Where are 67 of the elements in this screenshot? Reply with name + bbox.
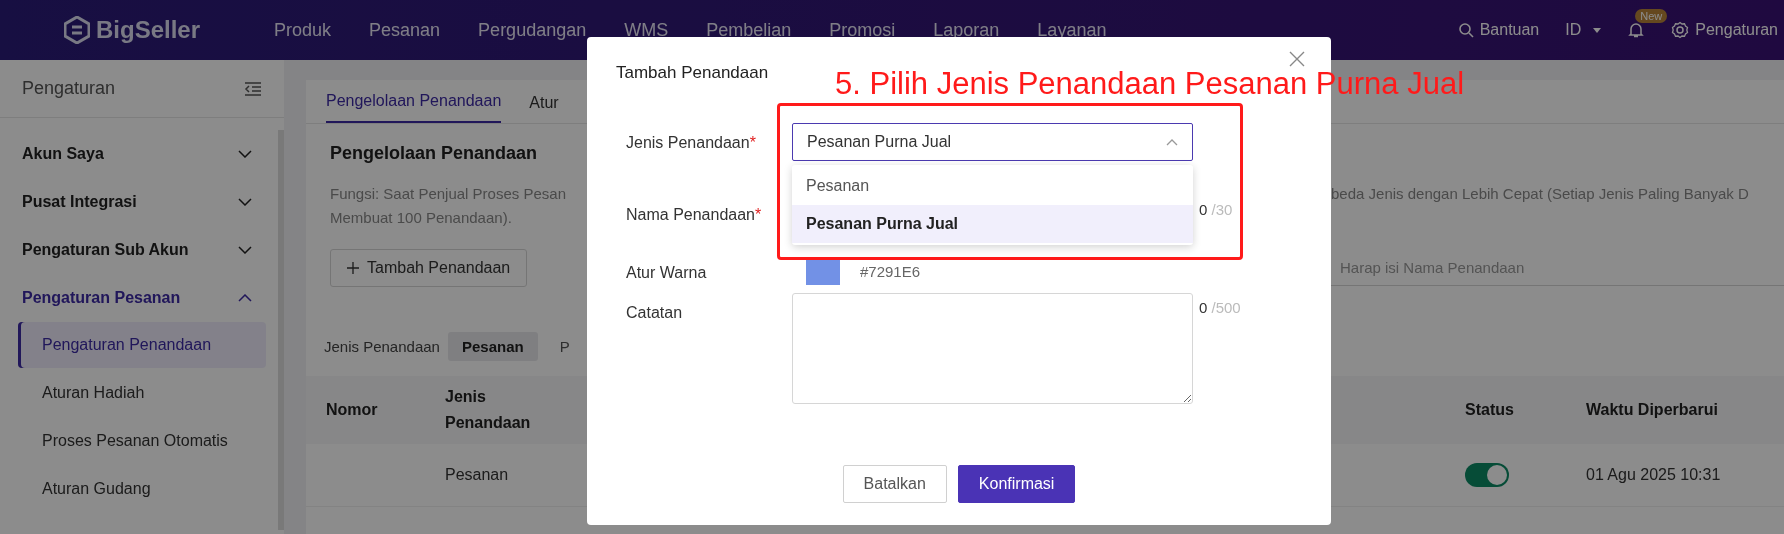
add-button[interactable]: Tambah Penandaan xyxy=(330,249,528,287)
column-header: Status xyxy=(1465,400,1515,420)
gear-icon xyxy=(1671,21,1690,39)
new-badge: New xyxy=(1635,9,1668,23)
filter-label: Jenis Penandaan xyxy=(324,337,440,355)
table-cell: Pesanan xyxy=(445,466,509,484)
logo-text: BigSeller xyxy=(96,16,201,44)
tab[interactable]: Pengelolaan Penandaan xyxy=(326,92,502,123)
sidebar-item[interactable]: Pengaturan Penandaan xyxy=(18,322,266,368)
nav-item[interactable]: Pesanan xyxy=(369,19,441,41)
logo-icon xyxy=(64,16,90,44)
column-header: Nomor xyxy=(326,400,379,420)
cancel-button[interactable]: Batalkan xyxy=(842,465,947,503)
section-heading: Pengelolaan Penandaan xyxy=(329,142,538,163)
bell-icon[interactable] xyxy=(1627,21,1646,39)
filter-chip[interactable]: P xyxy=(545,331,584,361)
sidebar-group[interactable]: Pengaturan Pesanan xyxy=(18,274,266,322)
nav-item[interactable]: Layanan xyxy=(1037,19,1107,41)
dropdown-option[interactable]: Pesanan xyxy=(792,167,1193,205)
nav-item[interactable]: Pembelian xyxy=(706,19,792,41)
nav-item[interactable]: Laporan xyxy=(933,19,1000,41)
nav-item[interactable]: Produk xyxy=(274,19,332,41)
character-counter: 0 /500 xyxy=(1199,298,1241,316)
chevron-icon xyxy=(238,150,252,158)
dialog-title: Tambah Penandaan xyxy=(616,62,769,83)
settings-link[interactable]: Pengaturan xyxy=(1671,21,1778,39)
plus-icon xyxy=(347,262,359,274)
sidebar-item[interactable]: Aturan Gudang xyxy=(18,466,266,512)
chevron-icon xyxy=(238,198,252,206)
nav-item[interactable]: WMS xyxy=(624,19,669,41)
notes-field[interactable] xyxy=(792,293,1193,404)
table-cell: 01 Agu 2025 10:31 xyxy=(1586,466,1721,484)
sidebar-group[interactable]: Pusat Integrasi xyxy=(18,178,266,226)
status-toggle[interactable] xyxy=(1465,463,1509,487)
color-swatch[interactable] xyxy=(806,259,840,285)
tab[interactable]: Atur xyxy=(529,94,559,123)
caret-icon xyxy=(1593,27,1602,33)
nav-item[interactable]: Promosi xyxy=(829,19,896,41)
character-counter: 0 /30 xyxy=(1199,200,1233,218)
sidebar-group[interactable]: Pengaturan Sub Akun xyxy=(18,226,266,274)
nav-item[interactable]: Pergudangan xyxy=(478,19,587,41)
sidebar-title: Pengaturan xyxy=(22,78,116,99)
color-value: #7291E6 xyxy=(860,262,921,280)
chevron-icon xyxy=(1166,138,1178,146)
sidebar-item[interactable]: Proses Pesanan Otomatis xyxy=(18,418,266,464)
type-select[interactable]: Pesanan Purna Jual xyxy=(792,123,1193,161)
search-icon xyxy=(1457,22,1474,38)
field-label: Jenis Penandaan* xyxy=(626,133,757,152)
sidebar-item[interactable]: Aturan Hadiah xyxy=(18,370,266,416)
chevron-icon xyxy=(238,294,252,302)
close-icon[interactable] xyxy=(1289,51,1305,67)
column-header: Waktu Diperbarui xyxy=(1586,400,1718,420)
help-link[interactable]: Bantuan xyxy=(1457,21,1540,39)
description-text: beda Jenis dengan Lebih Cepat (Setiap Jenis Paling Banyak D xyxy=(1331,184,1750,204)
collapse-icon[interactable] xyxy=(244,81,262,96)
dropdown-option[interactable]: Pesanan Purna Jual xyxy=(792,205,1193,243)
field-label: Nama Penandaan* xyxy=(626,205,763,224)
filter-chip[interactable]: Pesanan xyxy=(447,331,538,361)
chevron-icon xyxy=(238,246,252,254)
confirm-button[interactable]: Konfirmasi xyxy=(957,465,1076,503)
field-label: Catatan xyxy=(626,303,684,322)
description-text: Membuat 100 Penandaan). xyxy=(330,208,513,228)
language-select[interactable]: ID xyxy=(1565,21,1602,39)
description-text: Fungsi: Saat Penjual Proses Pesan xyxy=(330,184,567,204)
column-header: Jenis Penandaan xyxy=(445,387,532,433)
sidebar-group[interactable]: Akun Saya xyxy=(18,130,266,178)
field-label: Atur Warna xyxy=(626,263,708,282)
